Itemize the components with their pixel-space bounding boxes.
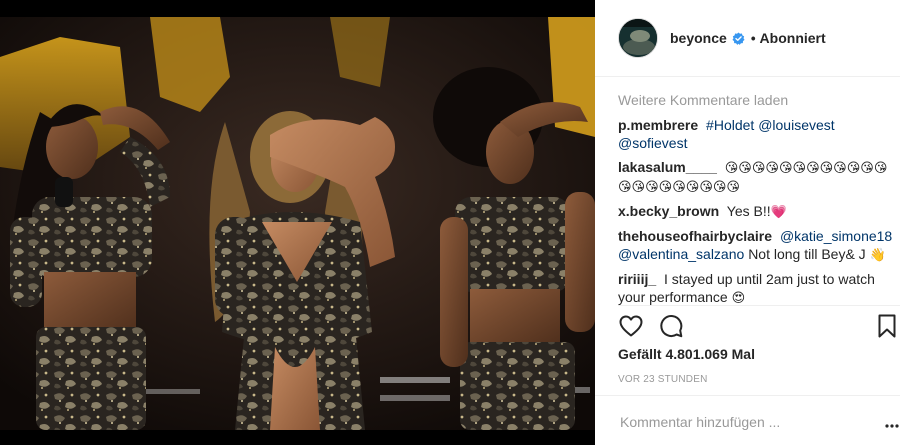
load-more-comments-link[interactable]: Weitere Kommentare laden: [618, 90, 900, 110]
comment-emoji-text: 😍: [731, 290, 746, 305]
comment-box: [595, 395, 900, 445]
bookmark-icon[interactable]: [874, 313, 900, 339]
comment-item: x.becky_brown Yes B!!💗: [618, 202, 900, 221]
comment-username[interactable]: x.becky_brown: [618, 203, 719, 219]
comment-username[interactable]: thehouseofhairbyclaire: [618, 228, 772, 244]
comment-icon[interactable]: [658, 313, 684, 339]
comment-text: I stayed up until 2am just to watch your…: [618, 271, 875, 305]
comment-item: thehouseofhairbyclaire @katie_simone18 @…: [618, 227, 900, 264]
avatar-image: [619, 19, 657, 57]
post-side-panel: beyonce • Abonniert Weitere Kommentare l…: [595, 0, 900, 445]
comment-username[interactable]: ririiij_: [618, 271, 656, 287]
photo-letterbox-top: [0, 0, 595, 17]
post-photo[interactable]: [0, 0, 595, 445]
like-count[interactable]: Gefällt 4.801.069 Mal: [618, 346, 755, 362]
comment-text: Yes B!!: [726, 203, 771, 219]
comment-emoji-text: 👋: [869, 247, 886, 262]
post-timestamp[interactable]: VOR 23 STUNDEN: [618, 374, 708, 385]
comment-text: Not long till Bey& J: [748, 246, 866, 262]
post-header: beyonce • Abonniert: [595, 0, 900, 77]
heart-icon[interactable]: [618, 313, 644, 339]
comments-list: Weitere Kommentare laden p.membrere #Hol…: [618, 90, 900, 313]
follow-status-button[interactable]: Abonniert: [760, 30, 826, 46]
concert-photo: [0, 17, 595, 430]
mention-link[interactable]: @katie_simone18: [780, 228, 892, 244]
more-options-icon[interactable]: [885, 424, 899, 428]
verified-badge-icon: [732, 31, 745, 45]
comment-input[interactable]: [620, 414, 850, 430]
hashtag-link[interactable]: #Holdet: [706, 117, 754, 133]
comment-item: p.membrere #Holdet @louisevest @sofieves…: [618, 116, 900, 152]
comment-item: ririiij_ I stayed up until 2am just to w…: [618, 270, 900, 307]
section-divider: [618, 305, 900, 306]
mention-link[interactable]: @louisevest: [758, 117, 834, 133]
comment-emoji-text: 💗: [770, 204, 787, 219]
comment-item: lakasalum____ 😘😘😘😘😘😘😘😘😘😘😘😘😘😘😘😘😘😘😘😘😘: [618, 158, 900, 196]
comment-username[interactable]: lakasalum____: [618, 159, 717, 175]
header-separator: •: [750, 30, 756, 46]
mention-link[interactable]: @valentina_salzano: [618, 246, 744, 262]
comment-username[interactable]: p.membrere: [618, 117, 698, 133]
mention-link[interactable]: @sofievest: [618, 135, 687, 151]
post-actions: [618, 313, 900, 341]
header-username[interactable]: beyonce: [670, 30, 727, 46]
avatar[interactable]: [618, 18, 658, 58]
photo-letterbox-bottom: [0, 430, 595, 445]
